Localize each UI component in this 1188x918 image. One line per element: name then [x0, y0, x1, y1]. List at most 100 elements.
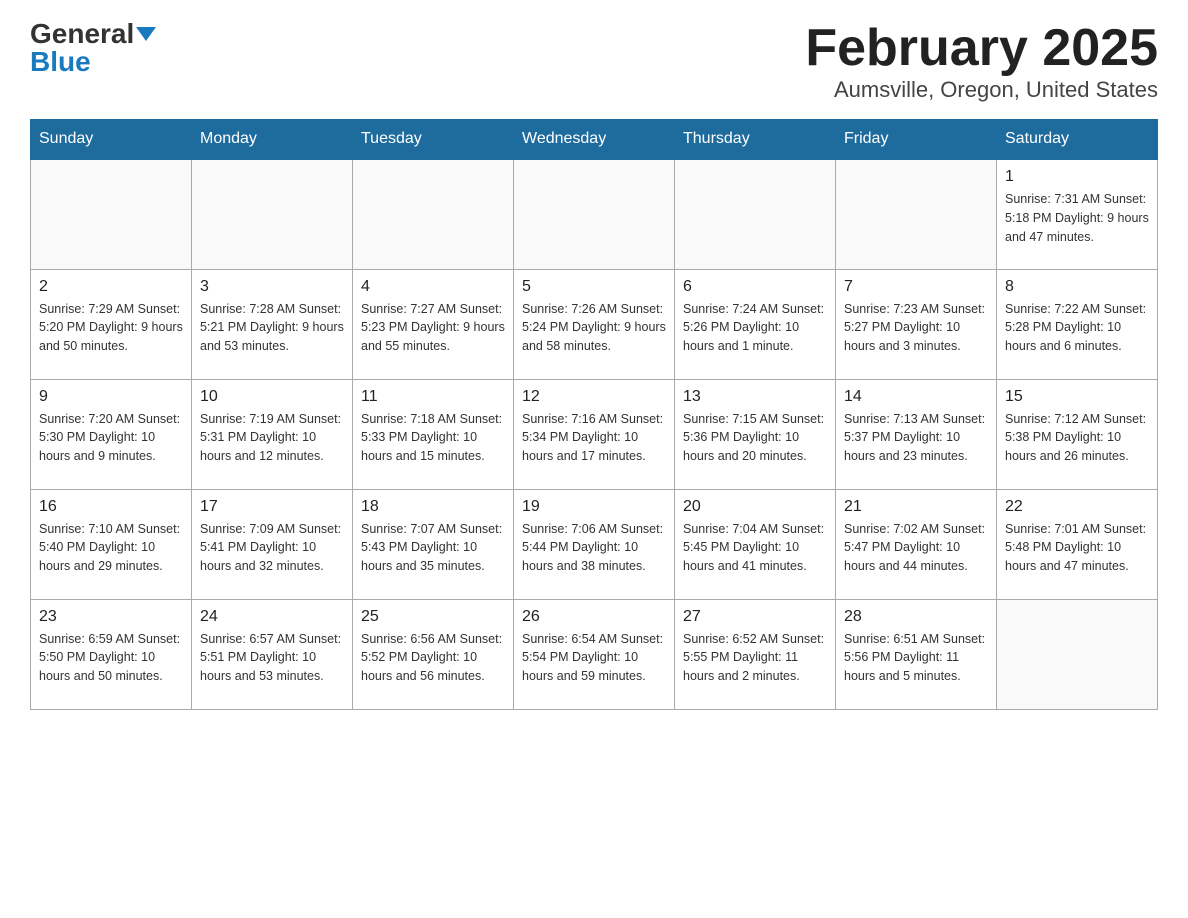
weekday-header-wednesday: Wednesday	[514, 120, 675, 160]
day-info: Sunrise: 6:57 AM Sunset: 5:51 PM Dayligh…	[200, 630, 344, 686]
day-info: Sunrise: 7:31 AM Sunset: 5:18 PM Dayligh…	[1005, 190, 1149, 246]
day-info: Sunrise: 6:59 AM Sunset: 5:50 PM Dayligh…	[39, 630, 183, 686]
calendar-cell: 18 Sunrise: 7:07 AM Sunset: 5:43 PM Dayli…	[353, 489, 514, 599]
weekday-header-monday: Monday	[192, 120, 353, 160]
day-number: 6	[683, 278, 827, 296]
calendar-cell: 12 Sunrise: 7:16 AM Sunset: 5:34 PM Dayli…	[514, 379, 675, 489]
day-number: 19	[522, 498, 666, 516]
calendar-cell	[997, 599, 1158, 709]
calendar-week-3: 9Sunrise: 7:20 AM Sunset: 5:30 PM Daylig…	[31, 379, 1158, 489]
day-number: 5	[522, 278, 666, 296]
day-info: Sunrise: 6:52 AM Sunset: 5:55 PM Dayligh…	[683, 630, 827, 686]
calendar-title: February 2025	[805, 20, 1158, 77]
calendar-cell: 28 Sunrise: 6:51 AM Sunset: 5:56 PM Dayli…	[836, 599, 997, 709]
calendar-week-5: 23 Sunrise: 6:59 AM Sunset: 5:50 PM Dayli…	[31, 599, 1158, 709]
logo: General Blue	[30, 20, 156, 76]
day-info: Sunrise: 7:04 AM Sunset: 5:45 PM Dayligh…	[683, 520, 827, 576]
calendar-cell	[31, 159, 192, 269]
calendar-body: 1 Sunrise: 7:31 AM Sunset: 5:18 PM Daylig…	[31, 159, 1158, 709]
weekday-header-friday: Friday	[836, 120, 997, 160]
calendar-cell: 25 Sunrise: 6:56 AM Sunset: 5:52 PM Dayli…	[353, 599, 514, 709]
day-info: Sunrise: 7:09 AM Sunset: 5:41 PM Dayligh…	[200, 520, 344, 576]
day-number: 22	[1005, 498, 1149, 516]
calendar-cell: 16 Sunrise: 7:10 AM Sunset: 5:40 PM Dayli…	[31, 489, 192, 599]
weekday-header-row: SundayMondayTuesdayWednesdayThursdayFrid…	[31, 120, 1158, 160]
calendar-cell	[192, 159, 353, 269]
calendar-cell: 1 Sunrise: 7:31 AM Sunset: 5:18 PM Daylig…	[997, 159, 1158, 269]
day-info: Sunrise: 7:19 AM Sunset: 5:31 PM Dayligh…	[200, 410, 344, 466]
day-number: 1	[1005, 168, 1149, 186]
weekday-header-saturday: Saturday	[997, 120, 1158, 160]
day-info: Sunrise: 7:13 AM Sunset: 5:37 PM Dayligh…	[844, 410, 988, 466]
day-number: 21	[844, 498, 988, 516]
day-number: 17	[200, 498, 344, 516]
calendar-cell: 17 Sunrise: 7:09 AM Sunset: 5:41 PM Dayli…	[192, 489, 353, 599]
day-number: 11	[361, 388, 505, 406]
day-info: Sunrise: 7:23 AM Sunset: 5:27 PM Dayligh…	[844, 300, 988, 356]
day-number: 23	[39, 608, 183, 626]
day-number: 8	[1005, 278, 1149, 296]
day-number: 18	[361, 498, 505, 516]
day-number: 7	[844, 278, 988, 296]
day-number: 15	[1005, 388, 1149, 406]
day-info: Sunrise: 7:29 AM Sunset: 5:20 PM Dayligh…	[39, 300, 183, 356]
calendar-cell	[836, 159, 997, 269]
day-info: Sunrise: 7:07 AM Sunset: 5:43 PM Dayligh…	[361, 520, 505, 576]
calendar-cell	[514, 159, 675, 269]
title-block: February 2025 Aumsville, Oregon, United …	[805, 20, 1158, 103]
calendar-cell: 6Sunrise: 7:24 AM Sunset: 5:26 PM Daylig…	[675, 269, 836, 379]
day-number: 26	[522, 608, 666, 626]
logo-blue-text: Blue	[30, 48, 91, 76]
day-info: Sunrise: 7:01 AM Sunset: 5:48 PM Dayligh…	[1005, 520, 1149, 576]
calendar-cell: 5Sunrise: 7:26 AM Sunset: 5:24 PM Daylig…	[514, 269, 675, 379]
calendar-cell: 23 Sunrise: 6:59 AM Sunset: 5:50 PM Dayli…	[31, 599, 192, 709]
day-number: 4	[361, 278, 505, 296]
day-info: Sunrise: 7:02 AM Sunset: 5:47 PM Dayligh…	[844, 520, 988, 576]
calendar-cell: 26 Sunrise: 6:54 AM Sunset: 5:54 PM Dayli…	[514, 599, 675, 709]
weekday-header-sunday: Sunday	[31, 120, 192, 160]
calendar-cell: 7 Sunrise: 7:23 AM Sunset: 5:27 PM Daylig…	[836, 269, 997, 379]
calendar-cell: 4Sunrise: 7:27 AM Sunset: 5:23 PM Daylig…	[353, 269, 514, 379]
day-number: 12	[522, 388, 666, 406]
day-info: Sunrise: 7:18 AM Sunset: 5:33 PM Dayligh…	[361, 410, 505, 466]
day-number: 28	[844, 608, 988, 626]
calendar-cell: 21 Sunrise: 7:02 AM Sunset: 5:47 PM Dayli…	[836, 489, 997, 599]
calendar-cell: 15Sunrise: 7:12 AM Sunset: 5:38 PM Dayli…	[997, 379, 1158, 489]
day-info: Sunrise: 7:15 AM Sunset: 5:36 PM Dayligh…	[683, 410, 827, 466]
day-number: 10	[200, 388, 344, 406]
calendar-table: SundayMondayTuesdayWednesdayThursdayFrid…	[30, 119, 1158, 710]
day-number: 3	[200, 278, 344, 296]
day-number: 25	[361, 608, 505, 626]
day-number: 16	[39, 498, 183, 516]
day-info: Sunrise: 7:06 AM Sunset: 5:44 PM Dayligh…	[522, 520, 666, 576]
day-info: Sunrise: 7:22 AM Sunset: 5:28 PM Dayligh…	[1005, 300, 1149, 356]
day-info: Sunrise: 7:28 AM Sunset: 5:21 PM Dayligh…	[200, 300, 344, 356]
day-info: Sunrise: 7:16 AM Sunset: 5:34 PM Dayligh…	[522, 410, 666, 466]
calendar-week-1: 1 Sunrise: 7:31 AM Sunset: 5:18 PM Daylig…	[31, 159, 1158, 269]
day-info: Sunrise: 6:54 AM Sunset: 5:54 PM Dayligh…	[522, 630, 666, 686]
day-number: 14	[844, 388, 988, 406]
day-number: 20	[683, 498, 827, 516]
calendar-cell: 10 Sunrise: 7:19 AM Sunset: 5:31 PM Dayli…	[192, 379, 353, 489]
calendar-cell: 9Sunrise: 7:20 AM Sunset: 5:30 PM Daylig…	[31, 379, 192, 489]
day-info: Sunrise: 7:20 AM Sunset: 5:30 PM Dayligh…	[39, 410, 183, 466]
location-subtitle: Aumsville, Oregon, United States	[805, 77, 1158, 103]
day-info: Sunrise: 6:51 AM Sunset: 5:56 PM Dayligh…	[844, 630, 988, 686]
weekday-header-tuesday: Tuesday	[353, 120, 514, 160]
day-info: Sunrise: 7:10 AM Sunset: 5:40 PM Dayligh…	[39, 520, 183, 576]
day-info: Sunrise: 6:56 AM Sunset: 5:52 PM Dayligh…	[361, 630, 505, 686]
calendar-cell: 19 Sunrise: 7:06 AM Sunset: 5:44 PM Dayli…	[514, 489, 675, 599]
calendar-cell: 20 Sunrise: 7:04 AM Sunset: 5:45 PM Dayli…	[675, 489, 836, 599]
calendar-week-2: 2 Sunrise: 7:29 AM Sunset: 5:20 PM Daylig…	[31, 269, 1158, 379]
day-number: 2	[39, 278, 183, 296]
logo-triangle-icon	[136, 27, 156, 41]
calendar-cell: 3 Sunrise: 7:28 AM Sunset: 5:21 PM Daylig…	[192, 269, 353, 379]
calendar-cell: 2 Sunrise: 7:29 AM Sunset: 5:20 PM Daylig…	[31, 269, 192, 379]
calendar-cell	[675, 159, 836, 269]
calendar-cell: 14 Sunrise: 7:13 AM Sunset: 5:37 PM Dayli…	[836, 379, 997, 489]
calendar-cell: 22 Sunrise: 7:01 AM Sunset: 5:48 PM Dayli…	[997, 489, 1158, 599]
calendar-cell: 13Sunrise: 7:15 AM Sunset: 5:36 PM Dayli…	[675, 379, 836, 489]
calendar-cell	[353, 159, 514, 269]
calendar-header: SundayMondayTuesdayWednesdayThursdayFrid…	[31, 120, 1158, 160]
calendar-cell: 24Sunrise: 6:57 AM Sunset: 5:51 PM Dayli…	[192, 599, 353, 709]
